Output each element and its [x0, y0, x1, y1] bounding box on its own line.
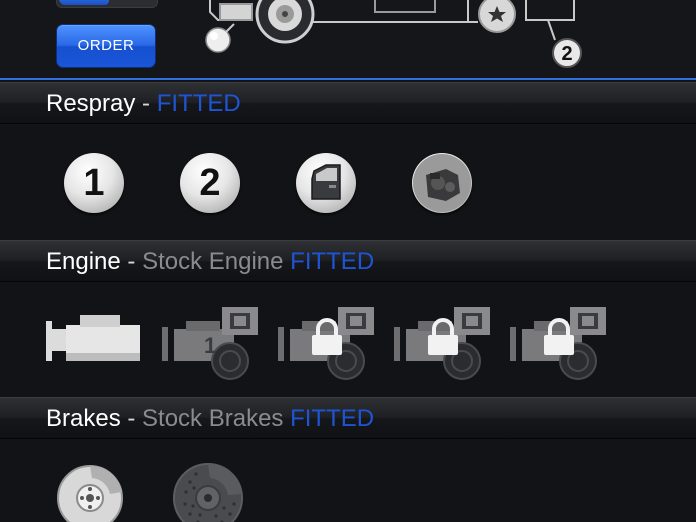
order-button[interactable]: ORDER [56, 24, 156, 68]
top-divider [0, 78, 696, 80]
view-toggle-selected[interactable] [59, 0, 109, 5]
engine-separator: - [120, 248, 143, 275]
brakes-status: FITTED [290, 405, 375, 432]
brake-disc-sport-icon[interactable] [170, 458, 250, 522]
car-diagram: 2 [205, 0, 582, 68]
paint-callout-icon [205, 23, 235, 53]
brakes-options [0, 440, 696, 522]
svg-text:1: 1 [204, 333, 216, 358]
engine-current: Stock Engine [142, 248, 284, 275]
respray-status: FITTED [156, 90, 241, 117]
brakes-title: Brakes [46, 405, 121, 432]
view-toggle[interactable] [56, 0, 158, 8]
respray-options: 1 2 [0, 125, 696, 240]
engine-part-icon [413, 154, 471, 212]
engine-title: Engine [46, 248, 121, 275]
respray-option-2[interactable]: 2 [180, 153, 240, 213]
callout-marker-2[interactable]: 2 [552, 38, 582, 68]
engine-upgrade-4-icon[interactable] [508, 305, 612, 381]
respray-option-1[interactable]: 1 [64, 153, 124, 213]
callout-marker-label: 2 [561, 43, 572, 65]
brakes-header: Brakes - Stock Brakes FITTED [0, 397, 696, 439]
engine-options: 1 [0, 283, 696, 398]
car-door-icon [311, 164, 341, 200]
brakes-separator: - [120, 405, 143, 432]
respray-option-door[interactable] [296, 153, 356, 213]
respray-option-1-label: 1 [83, 162, 105, 204]
brake-disc-stock-icon[interactable] [56, 458, 136, 522]
respray-header: Respray - FITTED [0, 82, 696, 124]
engine-upgrade-1-icon[interactable]: 1 [160, 305, 264, 381]
front-wheel-icon [255, 0, 315, 44]
engine-stock-icon[interactable] [44, 311, 144, 371]
engine-status: FITTED [290, 248, 375, 275]
respray-option-engine-part[interactable] [412, 153, 472, 213]
engine-upgrade-2-icon[interactable] [276, 305, 380, 381]
respray-separator: - [135, 90, 157, 117]
respray-option-2-label: 2 [199, 162, 221, 204]
respray-title: Respray [46, 90, 136, 117]
brakes-current: Stock Brakes [142, 405, 284, 432]
car-chassis-outline [209, 0, 478, 23]
rear-wheel-icon [478, 0, 516, 33]
car-diagram-panel: ORDER 2 [0, 0, 696, 80]
rear-part-outline [525, 0, 575, 41]
engine-header: Engine - Stock Engine FITTED [0, 240, 696, 282]
car-upgrade-screen: ORDER 2 Respray - FITTED 1 2 Engine - St… [0, 0, 696, 522]
engine-upgrade-3-icon[interactable] [392, 305, 496, 381]
